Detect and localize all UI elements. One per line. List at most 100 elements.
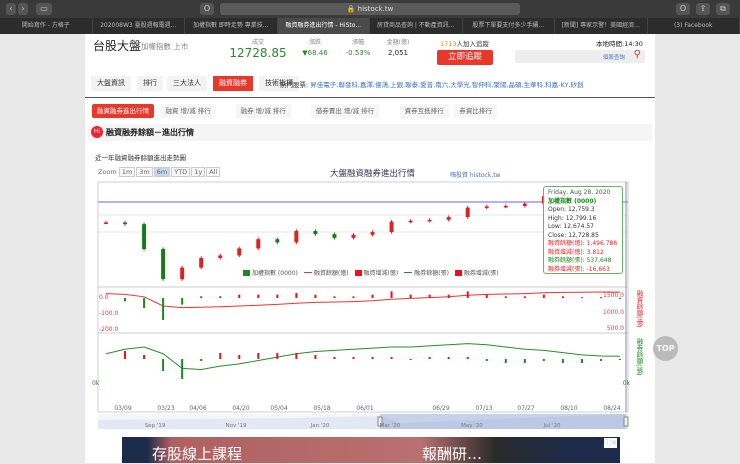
short-change-bar xyxy=(486,359,488,361)
x-axis-tick: 07/27 xyxy=(517,405,534,412)
x-axis-tick: 03/09 xyxy=(114,405,131,412)
advertisement[interactable]: 存股線上課程 報酬研… ⓘ✕ xyxy=(122,437,620,463)
legend-label: 融券餘額(張) xyxy=(414,268,449,277)
tooltip-short-balance: 融券餘額(張): 537,648 xyxy=(548,257,618,266)
x-axis-tick: 08/24 xyxy=(603,405,620,412)
short-change-bar xyxy=(372,357,374,359)
candle xyxy=(504,206,508,208)
candle xyxy=(294,231,298,242)
short-change-bar xyxy=(333,357,335,359)
short-change-bar xyxy=(448,357,450,359)
candle xyxy=(523,204,527,206)
tooltip-date: Friday, Aug 28, 2020 xyxy=(548,189,618,198)
margin-change-bar xyxy=(352,296,354,298)
short-change-bar xyxy=(410,359,412,360)
x-axis-tick: 04/20 xyxy=(232,405,249,412)
margin-change-bar xyxy=(333,296,335,298)
tooltip-high: High: 12,799.16 xyxy=(548,215,618,224)
short-change-bar xyxy=(238,355,240,359)
margin-change-bar xyxy=(562,296,564,298)
ad-close-icon[interactable]: ⓘ✕ xyxy=(604,438,617,448)
margin-change-bar xyxy=(181,298,183,305)
candle xyxy=(275,239,279,242)
candle xyxy=(180,268,184,280)
candle xyxy=(332,234,336,238)
margin-change-bar xyxy=(429,295,431,298)
candle xyxy=(447,217,451,220)
short-axis-left-label: 0k xyxy=(92,380,100,387)
tooltip-close: Close: 12,728.85 xyxy=(548,232,618,241)
margin-axis-title: 融資餘額(億) xyxy=(634,290,644,328)
x-axis-tick: 04/06 xyxy=(189,405,206,412)
legend-label: 融券增減(張) xyxy=(464,268,499,277)
candle xyxy=(390,222,394,232)
short-change-bar xyxy=(181,359,183,379)
short-change-bar xyxy=(200,359,202,361)
candle xyxy=(428,220,432,222)
margin-axis-right-label: 1000.0 xyxy=(603,309,624,316)
candle xyxy=(256,239,260,248)
margin-change-bar xyxy=(410,295,412,298)
legend-item[interactable]: 融資增減(億) xyxy=(355,268,399,277)
short-change-bar xyxy=(314,355,316,359)
short-change-bar xyxy=(581,359,583,363)
margin-axis-left-label: -100.0 xyxy=(99,310,119,317)
margin-change-bar xyxy=(162,298,164,320)
ad-subheadline: 報酬研… xyxy=(422,443,482,464)
margin-axis-left-label: -200.0 xyxy=(99,326,119,333)
navigator-tick: Sep '19 xyxy=(145,423,166,429)
short-axis-title: 融券餘額(張) xyxy=(634,338,644,376)
margin-change-bar xyxy=(295,293,297,298)
legend-item[interactable]: 融券增減(張) xyxy=(455,268,499,277)
x-axis-tick: 08/10 xyxy=(560,405,577,412)
back-to-top-button[interactable]: TOP xyxy=(653,336,678,361)
margin-change-bar xyxy=(372,295,374,298)
short-change-bar xyxy=(257,353,259,359)
short-change-bar xyxy=(505,359,507,363)
navigator-tick: Jul '20 xyxy=(543,423,561,429)
margin-change-bar xyxy=(581,297,583,298)
tooltip-series: 加權指數 (0000) xyxy=(548,198,618,207)
short-change-bar xyxy=(276,353,278,359)
candle xyxy=(237,248,241,255)
margin-change-bar xyxy=(524,296,526,298)
margin-change-bar xyxy=(505,296,507,298)
legend-label: 融資餘額(億) xyxy=(314,268,349,277)
candle xyxy=(123,223,127,225)
short-change-bar xyxy=(124,351,126,359)
tooltip-open: Open: 12,759.3 xyxy=(548,206,618,215)
legend-item[interactable]: 融券餘額(張) xyxy=(404,268,449,277)
legend-label: 融資增減(億) xyxy=(364,268,399,277)
short-change-bar xyxy=(162,359,164,371)
navigator-selection xyxy=(380,414,626,429)
navigator-tick: Jan '20 xyxy=(310,423,330,429)
chart-svg: 0.0 -100.0 -200.0 1500.0 1000.0 500.0 0k 0k 03/0… xyxy=(0,0,740,463)
margin-change-bar xyxy=(448,295,450,298)
margin-change-bar xyxy=(238,295,240,298)
margin-change-bar xyxy=(200,296,202,298)
margin-change-bar xyxy=(391,291,393,298)
margin-axis-left-label: 0.0 xyxy=(99,294,109,301)
legend-swatch xyxy=(404,272,412,273)
short-change-bar xyxy=(352,357,354,359)
short-change-bar xyxy=(219,353,221,359)
x-axis-tick: 06/01 xyxy=(356,405,373,412)
short-axis-right-label: 0k xyxy=(623,380,631,387)
navigator-handle-right[interactable] xyxy=(624,417,628,426)
candle xyxy=(104,223,108,225)
candle xyxy=(485,206,489,208)
margin-axis-right-label: 500.0 xyxy=(607,325,624,332)
tooltip-low: Low: 12,674.57 xyxy=(548,223,618,232)
margin-change-bar xyxy=(124,298,126,301)
x-axis-tick: 06/29 xyxy=(432,405,449,412)
tooltip-short-change: 融券增減(張): -16,663 xyxy=(548,266,618,275)
legend-item[interactable]: 加權指數 (0000) xyxy=(243,268,298,277)
short-change-bar xyxy=(391,357,393,359)
candle xyxy=(351,235,355,238)
short-change-bar xyxy=(143,355,145,359)
margin-change-bar xyxy=(543,295,545,298)
legend-swatch xyxy=(304,272,312,273)
margin-axis-right-label: 1500.0 xyxy=(603,292,624,299)
legend-item[interactable]: 融資餘額(億) xyxy=(304,268,349,277)
chart-legend: 加權指數 (0000) 融資餘額(億) 融資增減(億) 融券餘額(張) 融券增減… xyxy=(243,268,505,277)
